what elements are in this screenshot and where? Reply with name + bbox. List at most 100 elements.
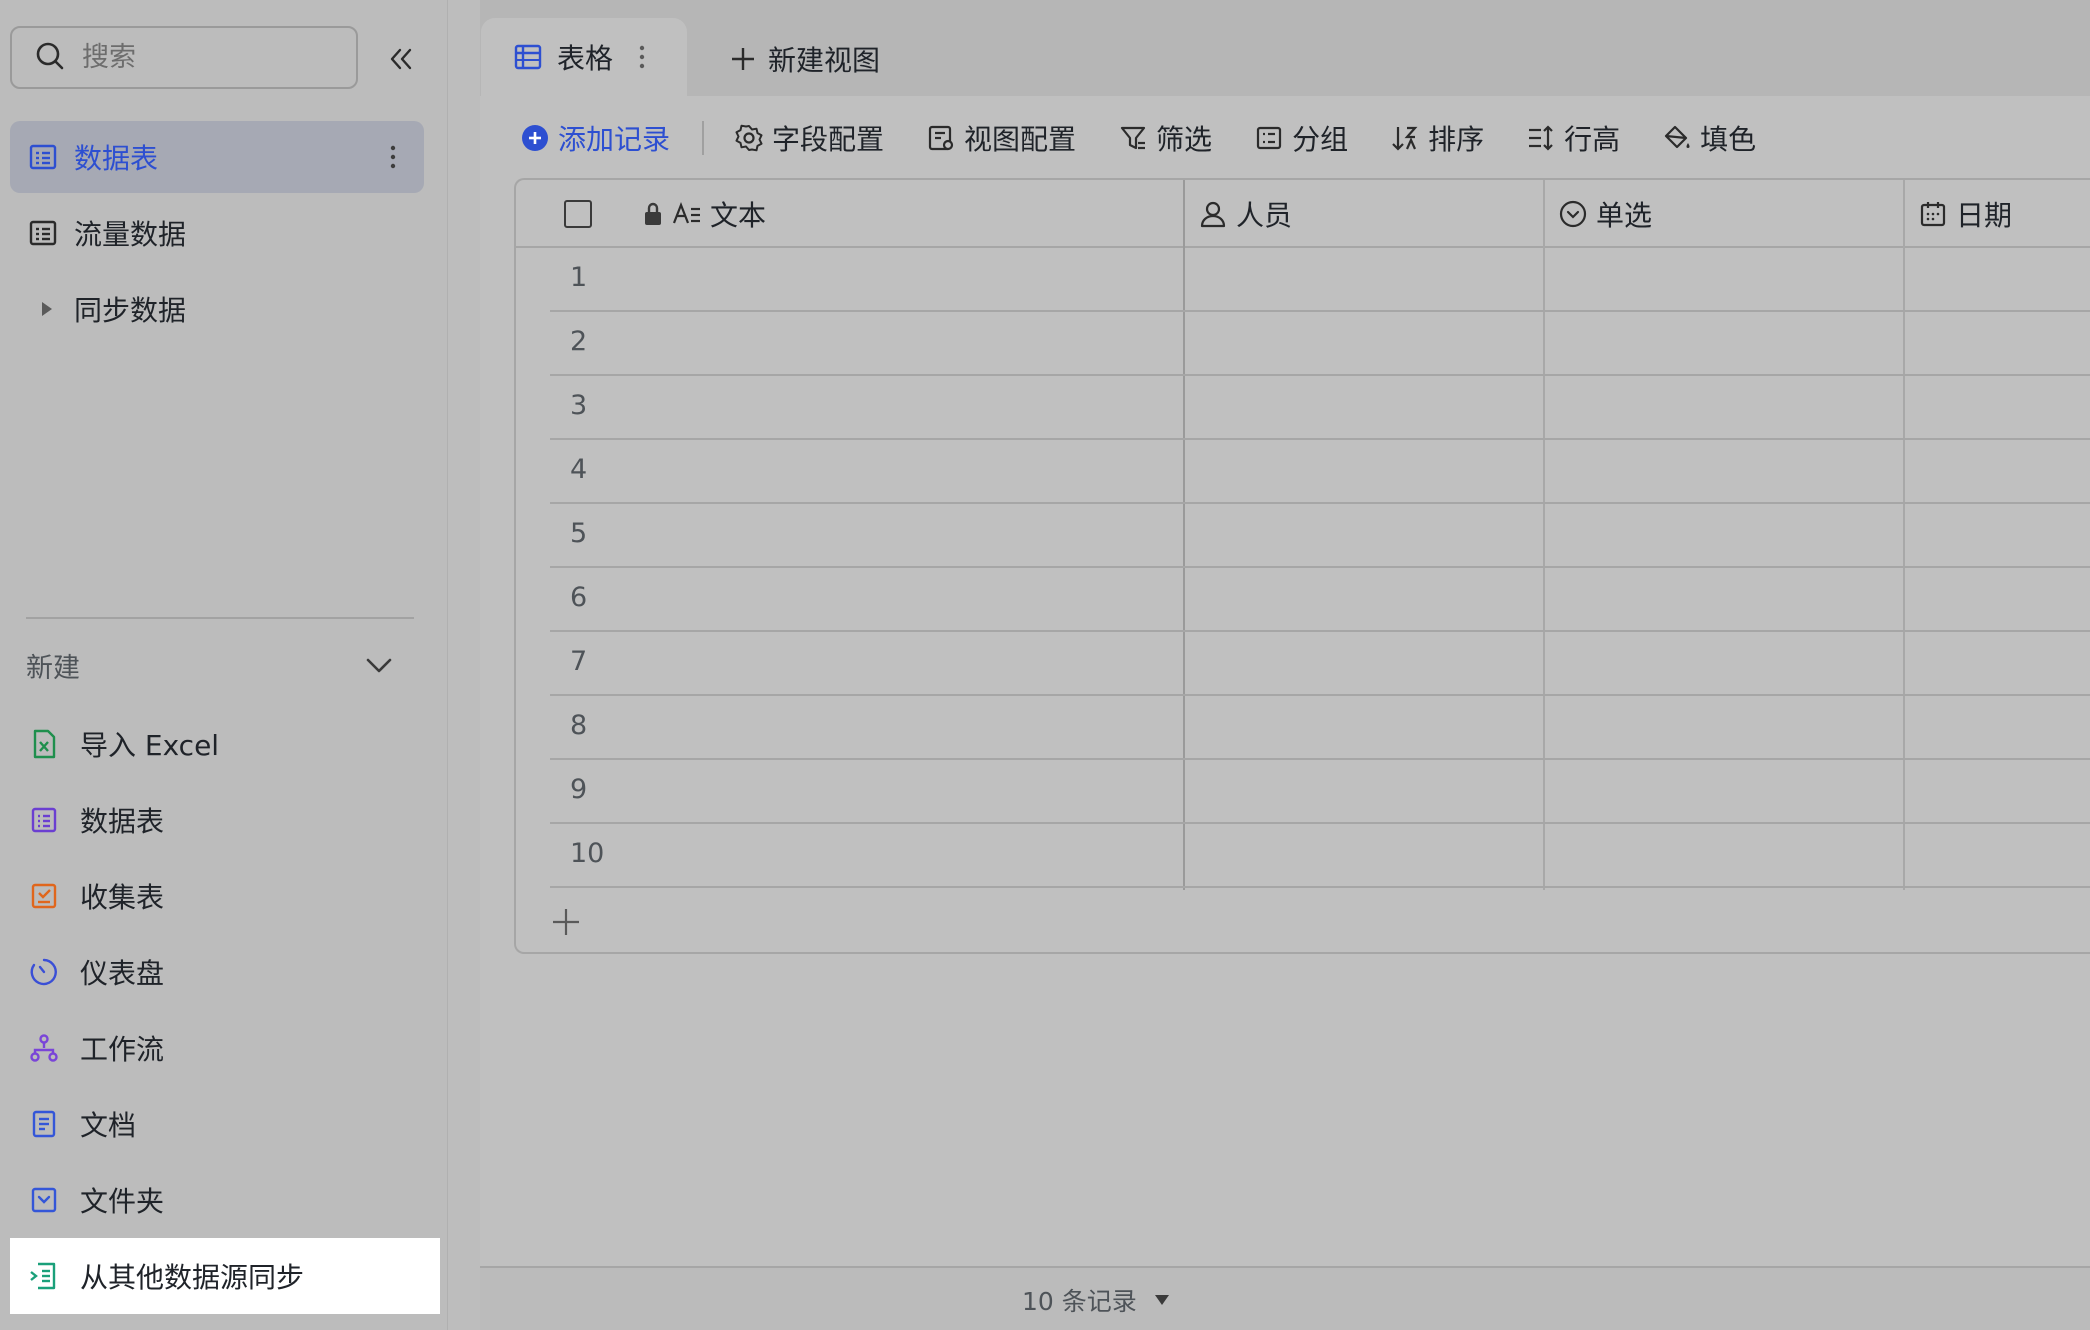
form-icon	[28, 880, 60, 912]
sidebar-table-label: 数据表	[74, 142, 159, 175]
new-datatable[interactable]: 数据表	[10, 782, 440, 858]
field-config-button[interactable]: 字段配置	[734, 118, 884, 158]
paint-bucket-icon	[1662, 123, 1692, 153]
person-icon	[1198, 199, 1228, 229]
row-height-icon	[1526, 123, 1556, 153]
table-row[interactable]: 7	[550, 632, 2090, 696]
add-row-button[interactable]	[546, 902, 586, 942]
sync-source-icon	[28, 1260, 60, 1292]
sort-button[interactable]: 排序	[1390, 118, 1484, 158]
add-record-button[interactable]: 添加记录	[520, 118, 670, 158]
row-number: 10	[570, 838, 605, 869]
select-all-checkbox[interactable]	[564, 200, 592, 228]
table-row[interactable]: 9	[550, 760, 2090, 824]
caret-right-icon[interactable]	[40, 300, 54, 318]
filter-button[interactable]: 筛选	[1118, 118, 1212, 158]
table-row[interactable]: 6	[550, 568, 2090, 632]
workflow-icon	[28, 1032, 60, 1064]
table-row[interactable]: 4	[550, 440, 2090, 504]
column-label: 文本	[710, 199, 767, 232]
new-item-label: 导入 Excel	[80, 729, 220, 762]
table-row[interactable]: 8	[550, 696, 2090, 760]
record-count-label: 10 条记录	[1022, 1287, 1137, 1316]
table-icon	[28, 142, 58, 172]
column-header-person[interactable]: 人员	[1198, 180, 1292, 248]
group-button[interactable]: 分组	[1254, 118, 1348, 158]
fill-color-button[interactable]: 填色	[1662, 118, 1756, 158]
new-folder[interactable]: 文件夹	[10, 1162, 440, 1238]
table-row[interactable]: 10	[550, 824, 2090, 888]
tab-grid-view[interactable]: 表格	[481, 18, 687, 96]
dashboard-icon	[28, 956, 60, 988]
new-item-label: 文档	[80, 1109, 137, 1142]
new-dashboard[interactable]: 仪表盘	[10, 934, 440, 1010]
fill-color-label: 填色	[1700, 123, 1757, 156]
table-row[interactable]: 3	[550, 376, 2090, 440]
new-view-label: 新建视图	[768, 44, 881, 77]
table-row[interactable]: 5	[550, 504, 2090, 568]
new-item-label: 文件夹	[80, 1185, 165, 1218]
column-header-single-select[interactable]: 单选	[1558, 180, 1652, 248]
table-row[interactable]: 1	[550, 248, 2090, 312]
search-icon	[34, 40, 66, 76]
table-list: 数据表 流量数据 同步数据	[10, 121, 424, 349]
data-grid: 文本 人员 单选 日期 1 2 3 4 5 6 7 8 9 10	[514, 178, 2090, 954]
sidebar-table-item[interactable]: 流量数据	[10, 197, 424, 269]
field-config-label: 字段配置	[772, 123, 885, 156]
double-chevron-left-icon	[385, 43, 417, 75]
column-label: 人员	[1236, 199, 1293, 232]
new-form[interactable]: 收集表	[10, 858, 440, 934]
more-vertical-icon[interactable]	[378, 141, 408, 173]
filter-icon	[1118, 123, 1148, 153]
new-workflow[interactable]: 工作流	[10, 1010, 440, 1086]
row-height-button[interactable]: 行高	[1526, 118, 1620, 158]
tab-label: 表格	[557, 42, 614, 75]
column-header-text[interactable]: 文本	[642, 180, 766, 248]
sidebar-table-item[interactable]: 数据表	[10, 121, 424, 193]
sidebar-table-item[interactable]: 同步数据	[10, 273, 424, 345]
new-section-title: 新建	[26, 652, 80, 684]
new-item-list: 导入 Excel 数据表 收集表 仪表盘 工作流 文档 文件夹 从其他数据源同步	[10, 706, 440, 1314]
sort-label: 排序	[1428, 123, 1485, 156]
new-item-label: 数据表	[80, 805, 165, 838]
app-window: 数据表 流量数据 同步数据 新建	[0, 0, 2090, 1330]
row-number: 1	[570, 262, 588, 293]
column-header-date[interactable]: 日期	[1918, 180, 2012, 248]
grid-view-icon	[513, 42, 543, 72]
new-item-label: 收集表	[80, 881, 165, 914]
row-number: 4	[570, 454, 588, 485]
text-field-icon	[672, 199, 702, 229]
sidebar: 数据表 流量数据 同步数据 新建	[0, 0, 448, 1330]
column-label: 单选	[1596, 199, 1653, 232]
view-tab-bar: 表格 新建视图	[480, 0, 2090, 96]
new-section-toggle[interactable]: 新建	[26, 640, 396, 690]
folder-icon	[28, 1184, 60, 1216]
table-row[interactable]: 2	[550, 312, 2090, 376]
datatable-icon	[28, 804, 60, 836]
row-height-label: 行高	[1564, 123, 1621, 156]
new-item-label: 从其他数据源同步	[80, 1261, 305, 1294]
search-box[interactable]	[10, 26, 358, 89]
new-sync-from-source[interactable]: 从其他数据源同步	[10, 1238, 440, 1314]
filter-label: 筛选	[1156, 123, 1213, 156]
row-number: 3	[570, 390, 588, 421]
plus-icon	[550, 906, 582, 938]
sidebar-table-label: 同步数据	[74, 294, 187, 327]
group-label: 分组	[1292, 123, 1349, 156]
new-doc[interactable]: 文档	[10, 1086, 440, 1162]
sidebar-table-label: 流量数据	[74, 218, 187, 251]
new-import-excel[interactable]: 导入 Excel	[10, 706, 440, 782]
search-input[interactable]	[82, 42, 332, 73]
row-number: 8	[570, 710, 588, 741]
group-icon	[1254, 123, 1284, 153]
new-view-button[interactable]: 新建视图	[728, 34, 880, 84]
record-count-dropdown[interactable]: 10 条记录	[1022, 1282, 1171, 1318]
doc-icon	[28, 1108, 60, 1140]
caret-down-icon	[1137, 1293, 1171, 1307]
more-vertical-icon[interactable]	[639, 45, 645, 69]
view-config-button[interactable]: 视图配置	[926, 118, 1076, 158]
plus-icon	[728, 44, 768, 74]
new-item-label: 工作流	[80, 1033, 165, 1066]
toolbar-separator	[702, 121, 705, 155]
collapse-sidebar-button[interactable]	[380, 38, 422, 80]
